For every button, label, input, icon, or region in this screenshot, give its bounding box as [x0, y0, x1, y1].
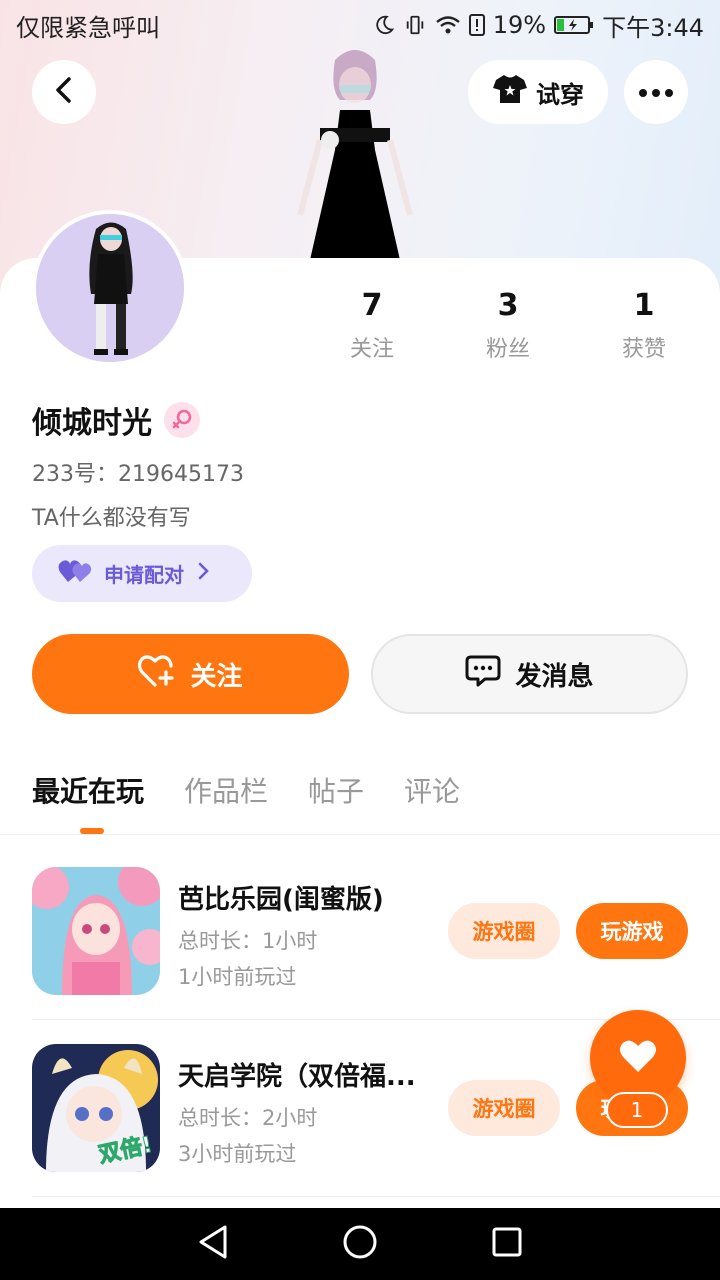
double-heart-icon [58, 558, 92, 589]
hero-avatar-figure [297, 50, 413, 260]
status-carrier-text: 仅限紧急呼叫 [16, 13, 160, 42]
try-on-button[interactable]: 试穿 [468, 60, 608, 124]
nickname-row: 倾城时光 [32, 398, 200, 442]
user-bio: TA什么都没有写 [32, 506, 191, 531]
game-name: 天启学院（双倍福... [178, 1062, 416, 1092]
send-message-label: 发消息 [515, 661, 594, 692]
stat-likes[interactable]: 1 获赞 [594, 288, 694, 363]
tabs-divider [0, 834, 720, 835]
system-navigation-bar [0, 1208, 720, 1280]
tab-posts[interactable]: 帖子 [308, 770, 364, 810]
follow-button[interactable]: 关注 [32, 634, 349, 714]
apply-pairing-button[interactable]: 申请配对 [32, 545, 252, 602]
female-gender-icon [164, 402, 200, 438]
stat-likes-value: 1 [633, 288, 655, 323]
tab-recently-played[interactable]: 最近在玩 [32, 770, 144, 810]
status-time: 下午3:44 [602, 13, 704, 42]
sim-alert-icon [468, 14, 485, 36]
tab-comments[interactable]: 评论 [404, 770, 460, 810]
stat-following[interactable]: 7 关注 [322, 288, 422, 363]
battery-percent: 19% [492, 11, 547, 39]
heart-icon [618, 1038, 658, 1078]
chevron-left-icon [52, 76, 76, 108]
game-icon-tianqi-academy: 双倍! [32, 1044, 160, 1172]
more-options-button[interactable] [624, 60, 688, 124]
user-avatar[interactable] [32, 210, 188, 366]
vibrate-icon [403, 14, 427, 36]
wifi-icon [435, 14, 461, 36]
nav-recents-icon[interactable] [491, 1226, 523, 1262]
like-count-badge: 1 [606, 1092, 668, 1128]
try-on-label: 试穿 [536, 80, 584, 109]
profile-tabs: 最近在玩 作品栏 帖子 评论 [32, 770, 460, 810]
play-game-button[interactable]: 玩游戏 [576, 903, 688, 959]
game-icon-barbie-park [32, 867, 160, 995]
stat-likes-label: 获赞 [621, 337, 666, 362]
status-icons: 19% 下午3:44 [373, 8, 704, 43]
chevron-right-icon [196, 561, 210, 586]
apply-pairing-label: 申请配对 [104, 563, 184, 587]
game-name: 芭比乐园(闺蜜版) [178, 885, 384, 915]
more-dots-icon [638, 83, 674, 102]
game-circle-button[interactable]: 游戏圈 [448, 903, 560, 959]
status-bar: 仅限紧急呼叫 19% 下午3:44 [0, 0, 720, 50]
game-total-duration: 总时长：2小时 [178, 1106, 318, 1130]
game-last-played: 1小时前玩过 [178, 965, 297, 989]
send-message-button[interactable]: 发消息 [371, 634, 688, 714]
game-total-duration: 总时长：1小时 [178, 929, 318, 953]
stat-fans-value: 3 [497, 288, 519, 323]
follow-label: 关注 [190, 661, 243, 692]
moon-icon [373, 14, 395, 36]
nav-home-icon[interactable] [342, 1224, 378, 1264]
game-circle-button[interactable]: 游戏圈 [448, 1080, 560, 1136]
nav-back-icon[interactable] [197, 1224, 229, 1264]
stat-fans[interactable]: 3 粉丝 [458, 288, 558, 363]
avatar-figure [36, 214, 184, 362]
stat-following-label: 关注 [349, 337, 394, 362]
stat-following-value: 7 [361, 288, 383, 323]
user-nickname: 倾城时光 [32, 406, 152, 441]
back-button[interactable] [32, 60, 96, 124]
row-divider [32, 1196, 720, 1197]
tab-works[interactable]: 作品栏 [184, 770, 268, 810]
battery-charging-icon [554, 14, 594, 36]
stat-fans-label: 粉丝 [485, 337, 530, 362]
chat-bubble-icon [465, 654, 501, 695]
user-id: 233号：219645173 [32, 462, 244, 487]
heart-plus-icon [138, 654, 176, 695]
game-list-item[interactable]: 芭比乐园(闺蜜版) 总时长：1小时 1小时前玩过 游戏圈 玩游戏 [32, 867, 688, 995]
game-last-played: 3小时前玩过 [178, 1142, 297, 1166]
shirt-icon [492, 73, 528, 111]
